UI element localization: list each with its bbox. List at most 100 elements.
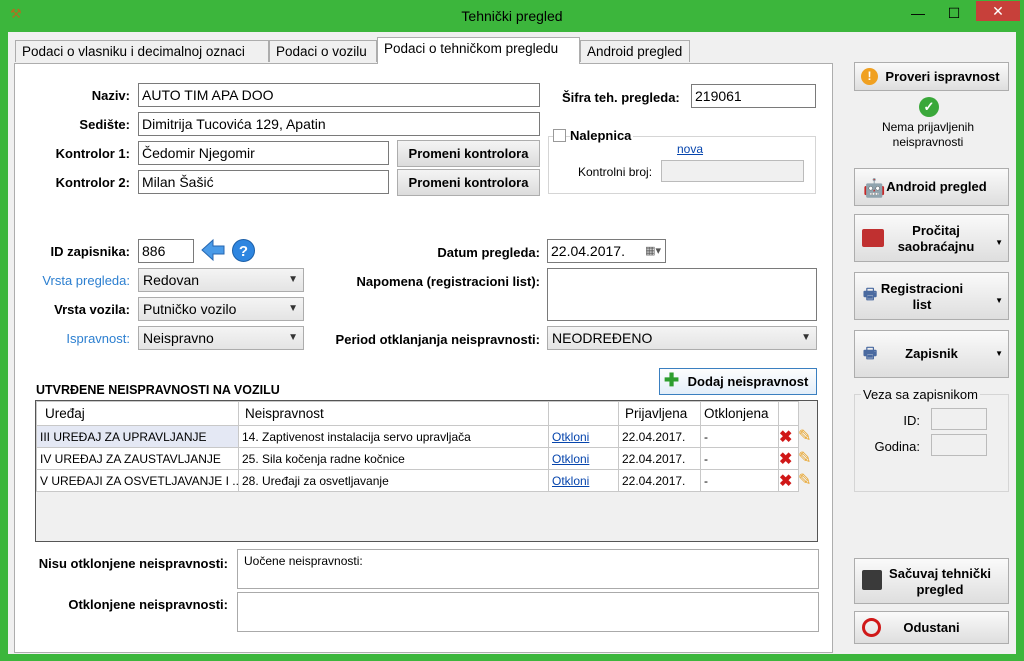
sifra-input[interactable]: 219061: [691, 84, 816, 108]
vrsta-vozila-value: Putničko vozilo: [143, 301, 237, 317]
chevron-down-icon: ▼: [288, 274, 298, 285]
chevron-down-icon: ▼: [288, 332, 298, 343]
period-label: Period otklanjanja neispravnosti:: [335, 332, 540, 347]
vrsta-pregleda-select[interactable]: Redovan ▼: [138, 268, 304, 292]
arrow-left-icon[interactable]: [200, 238, 226, 262]
cell-uredjaj: V UREĐAJI ZA OSVETLJAVANJE I ...: [36, 469, 239, 492]
datum-value: 22.04.2017.: [551, 243, 625, 259]
minimize-button[interactable]: —: [900, 3, 936, 25]
defects-grid: Uređaj Neispravnost Prijavljena Otklonje…: [35, 400, 818, 542]
napomena-label: Napomena (registracioni list):: [356, 274, 540, 289]
nova-link[interactable]: nova: [677, 142, 703, 156]
nisu-otklonjene-textarea[interactable]: Uočene neispravnosti:: [237, 549, 819, 589]
calendar-icon[interactable]: ▦▾: [645, 240, 661, 262]
maximize-button[interactable]: ☐: [936, 3, 972, 25]
android-pregled-button[interactable]: 🤖 Android pregled: [854, 168, 1009, 206]
otkloni-link[interactable]: Otkloni: [548, 447, 619, 470]
cell-otklonjena: -: [700, 469, 779, 492]
vrsta-vozila-select[interactable]: Putničko vozilo ▼: [138, 297, 304, 321]
col-neispravnost[interactable]: Neispravnost: [238, 401, 549, 426]
kontrolor1-input[interactable]: Čedomir Njegomir: [138, 141, 389, 165]
cell-neispravnost: 25. Sila kočenja radne kočnice: [238, 447, 549, 470]
defects-section-title: UTVRĐENE NEISPRAVNOSTI NA VOZILU: [36, 383, 280, 397]
dodaj-neispravnost-label: Dodaj neispravnost: [687, 374, 809, 389]
delete-icon[interactable]: ✖: [780, 429, 793, 446]
proveri-ispravnost-button[interactable]: ! Proveri ispravnost: [854, 62, 1009, 91]
napomena-textarea[interactable]: [547, 268, 817, 321]
sacuvaj-button[interactable]: Sačuvaj tehnički pregled: [854, 558, 1009, 604]
otkloni-link-text[interactable]: Otkloni: [552, 430, 589, 444]
kontrolni-input[interactable]: [661, 160, 804, 182]
odustani-label: Odustani: [903, 620, 960, 635]
registracioni-list-label: Registracioni list: [880, 281, 964, 312]
dropdown-arrow-icon: ▼: [995, 238, 1003, 247]
sifra-label: Šifra teh. pregleda:: [562, 90, 680, 105]
promeni-kontrolora1-button[interactable]: Promeni kontrolora: [397, 140, 540, 167]
cell-prijavljena: 22.04.2017.: [618, 447, 701, 470]
delete-icon[interactable]: ✖: [780, 473, 793, 490]
tab-android[interactable]: Android pregled: [580, 40, 690, 62]
datum-picker[interactable]: 22.04.2017. ▦▾: [547, 239, 666, 263]
cell-uredjaj: III UREĐAJ ZA UPRAVLJANJE: [36, 425, 239, 448]
procitaj-saobracajnu-button[interactable]: Pročitaj saobraćajnu ▼: [854, 214, 1009, 262]
otkloni-link-text[interactable]: Otkloni: [552, 474, 589, 488]
ispravnost-select[interactable]: Neispravno ▼: [138, 326, 304, 350]
veza-id-input[interactable]: [931, 408, 987, 430]
id-zapisnika-input[interactable]: 886: [138, 239, 194, 263]
zapisnik-button[interactable]: 🖶 Zapisnik ▼: [854, 330, 1009, 378]
cell-uredjaj: IV UREĐAJ ZA ZAUSTAVLJANJE: [36, 447, 239, 470]
otklonjene-label: Otklonjene neispravnosti:: [68, 597, 228, 612]
row-actions: ✖: [778, 469, 799, 492]
col-action[interactable]: [548, 401, 619, 426]
ispravnost-label: Ispravnost:: [66, 331, 130, 346]
table-row[interactable]: V UREĐAJI ZA OSVETLJAVANJE I ... 28. Ure…: [36, 469, 799, 492]
edit-icon[interactable]: ✎: [798, 470, 811, 490]
delete-icon[interactable]: ✖: [780, 451, 793, 468]
tab-vozilo[interactable]: Podaci o vozilu: [269, 40, 377, 62]
otklonjene-textarea[interactable]: [237, 592, 819, 632]
tab-vlasnik[interactable]: Podaci o vlasniku i decimalnoj oznaci: [15, 40, 269, 62]
otkloni-link[interactable]: Otkloni: [548, 425, 619, 448]
help-icon[interactable]: ?: [232, 239, 255, 262]
kontrolor2-label: Kontrolor 2:: [55, 175, 130, 190]
veza-id-label: ID:: [903, 413, 920, 428]
naziv-input[interactable]: AUTO TIM APA DOO: [138, 83, 540, 107]
otkloni-link[interactable]: Otkloni: [548, 469, 619, 492]
col-icons: [778, 401, 799, 426]
vrsta-vozila-label: Vrsta vozila:: [54, 302, 130, 317]
nisu-otklonjene-label: Nisu otklonjene neispravnosti:: [38, 556, 228, 571]
cell-prijavljena: 22.04.2017.: [618, 425, 701, 448]
table-row[interactable]: IV UREĐAJ ZA ZAUSTAVLJANJE 25. Sila koče…: [36, 447, 799, 470]
odustani-button[interactable]: Odustani: [854, 611, 1009, 644]
period-select[interactable]: NEODREĐENO ▼: [547, 326, 817, 350]
sediste-input[interactable]: Dimitrija Tucovića 129, Apatin: [138, 112, 540, 136]
edit-icon[interactable]: ✎: [798, 448, 811, 468]
col-otklonjena[interactable]: Otklonjena: [700, 401, 779, 426]
dodaj-neispravnost-button[interactable]: ✚ Dodaj neispravnost: [659, 368, 817, 395]
close-button[interactable]: ✕: [976, 1, 1020, 21]
cell-neispravnost: 14. Zaptivenost instalacija servo upravl…: [238, 425, 549, 448]
dropdown-arrow-icon: ▼: [995, 349, 1003, 358]
nalepnica-checkbox[interactable]: [553, 129, 566, 142]
registracioni-list-button[interactable]: 🖶 Registracioni list ▼: [854, 272, 1009, 320]
edit-icon[interactable]: ✎: [798, 426, 811, 446]
cell-otklonjena: -: [700, 425, 779, 448]
kontrolor1-label: Kontrolor 1:: [55, 146, 130, 161]
row-actions: ✖: [778, 447, 799, 470]
zapisnik-label: Zapisnik: [905, 346, 958, 361]
veza-godina-input[interactable]: [931, 434, 987, 456]
warning-icon: !: [861, 68, 878, 85]
window-title: Tehnički pregled: [461, 8, 563, 24]
kontrolor2-input[interactable]: Milan Šašić: [138, 170, 389, 194]
col-uredjaj[interactable]: Uređaj: [36, 401, 239, 426]
col-prijavljena[interactable]: Prijavljena: [618, 401, 701, 426]
otkloni-link-text[interactable]: Otkloni: [552, 452, 589, 466]
tab-tehnicki-pregled[interactable]: Podaci o tehničkom pregledu: [377, 37, 580, 64]
procitaj-saobracajnu-label: Pročitaj saobraćajnu: [897, 223, 975, 254]
promeni-kontrolora2-button[interactable]: Promeni kontrolora: [397, 169, 540, 196]
printer-icon: 🖶: [863, 286, 878, 303]
card-reader-icon: [862, 229, 884, 247]
veza-godina-label: Godina:: [874, 439, 920, 454]
table-row[interactable]: III UREĐAJ ZA UPRAVLJANJE 14. Zaptivenos…: [36, 425, 799, 448]
checkmark-icon: ✓: [919, 97, 939, 117]
